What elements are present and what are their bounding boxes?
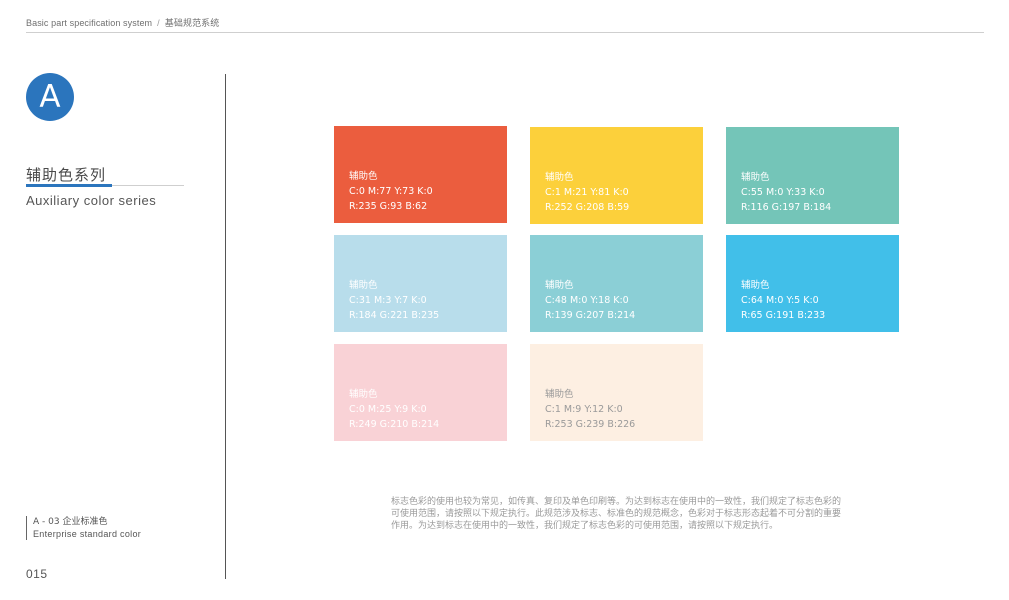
header-divider	[26, 32, 984, 33]
color-swatch: 辅助色 C:1 M:9 Y:12 K:0 R:253 G:239 B:226	[530, 344, 703, 441]
footer-subtitle: Enterprise standard color	[33, 529, 142, 539]
swatch-cmyk: C:48 M:0 Y:18 K:0	[545, 295, 629, 306]
breadcrumb-separator: /	[157, 18, 160, 28]
swatch-name: 辅助色	[545, 389, 574, 400]
swatch-rgb: R:249 G:210 B:214	[349, 419, 440, 430]
section-title-en: Auxiliary color series	[26, 193, 157, 208]
swatch-rgb: R:139 G:207 B:214	[545, 310, 636, 321]
color-swatch: 辅助色 C:64 M:0 Y:5 K:0 R:65 G:191 B:233	[726, 235, 899, 332]
swatch-cmyk: C:0 M:77 Y:73 K:0	[349, 186, 433, 197]
swatch-cmyk: C:1 M:21 Y:81 K:0	[545, 187, 629, 198]
breadcrumb: Basic part specification system / 基础规范系统	[26, 16, 219, 29]
title-accent-bar	[26, 184, 112, 187]
swatch-rgb: R:235 G:93 B:62	[349, 201, 428, 212]
swatch-cmyk: C:64 M:0 Y:5 K:0	[741, 295, 819, 306]
color-swatch: 辅助色 C:0 M:25 Y:9 K:0 R:249 G:210 B:214	[334, 344, 507, 441]
swatch-name: 辅助色	[349, 280, 378, 291]
page-number: 015	[26, 567, 48, 581]
swatch-rgb: R:184 G:221 B:235	[349, 310, 440, 321]
description-paragraph: 标志色彩的使用也较为常见，如传真、复印及单色印刷等。为达到标志在使用中的一致性，…	[391, 497, 842, 531]
breadcrumb-cn: 基础规范系统	[164, 18, 220, 28]
color-swatch: 辅助色 C:1 M:21 Y:81 K:0 R:252 G:208 B:59	[530, 127, 703, 224]
swatch-rgb: R:116 G:197 B:184	[741, 202, 832, 213]
swatch-name: 辅助色	[545, 280, 574, 291]
color-swatch: 辅助色 C:31 M:3 Y:7 K:0 R:184 G:221 B:235	[334, 235, 507, 332]
badge-letter: A	[39, 79, 61, 115]
swatch-cmyk: C:1 M:9 Y:12 K:0	[545, 404, 623, 415]
swatch-rgb: R:65 G:191 B:233	[741, 310, 826, 321]
swatch-cmyk: C:0 M:25 Y:9 K:0	[349, 404, 427, 415]
swatch-rgb: R:252 G:208 B:59	[545, 202, 630, 213]
swatch-cmyk: C:55 M:0 Y:33 K:0	[741, 187, 825, 198]
footer-code-label: A - 03 企业标准色	[33, 517, 108, 527]
swatch-name: 辅助色	[741, 172, 770, 183]
breadcrumb-en: Basic part specification system	[26, 18, 153, 28]
color-swatch: 辅助色 C:48 M:0 Y:18 K:0 R:139 G:207 B:214	[530, 235, 703, 332]
swatch-name: 辅助色	[741, 280, 770, 291]
section-badge: A	[26, 73, 74, 121]
swatch-rgb: R:253 G:239 B:226	[545, 419, 636, 430]
swatch-cmyk: C:31 M:3 Y:7 K:0	[349, 295, 427, 306]
color-swatch: 辅助色 C:55 M:0 Y:33 K:0 R:116 G:197 B:184	[726, 127, 899, 224]
swatch-name: 辅助色	[349, 389, 378, 400]
swatch-name: 辅助色	[545, 172, 574, 183]
column-divider	[225, 74, 226, 579]
section-title-cn: 辅助色系列	[26, 166, 107, 184]
color-swatch: 辅助色 C:0 M:77 Y:73 K:0 R:235 G:93 B:62	[334, 126, 507, 223]
swatch-name: 辅助色	[349, 171, 378, 182]
footer-section-code: A - 03 企业标准色 Enterprise standard color	[26, 516, 141, 540]
